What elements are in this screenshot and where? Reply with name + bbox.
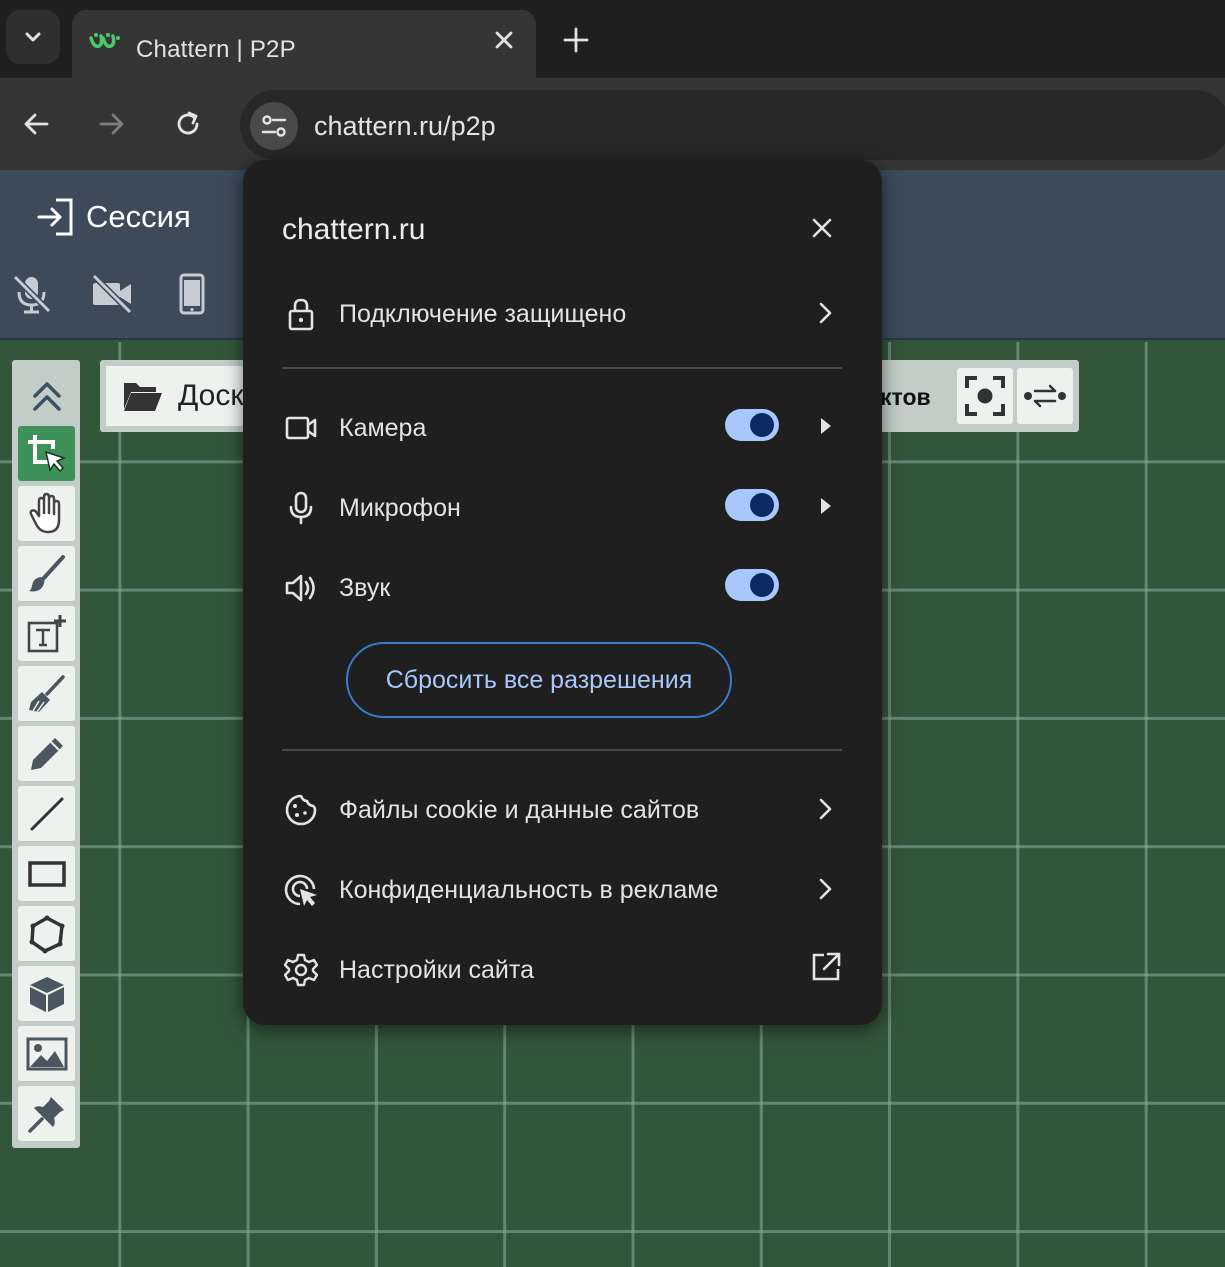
divider: [282, 749, 842, 751]
browser-tab[interactable]: Chattern | P2P: [72, 10, 536, 78]
line-icon: [30, 797, 63, 830]
chevron-down-icon: [25, 32, 41, 42]
chevron-right-icon: [819, 798, 832, 820]
cookie-icon: [283, 792, 319, 828]
chattern-favicon-icon: [89, 33, 120, 49]
objects-label: ктов: [880, 384, 931, 410]
tab-search-button[interactable]: [6, 10, 60, 64]
session-label: Сессия: [86, 199, 191, 234]
camera-permission-row[interactable]: Камера: [283, 397, 843, 457]
connect-button[interactable]: [1017, 368, 1073, 424]
sound-permission-row[interactable]: Звук: [283, 557, 843, 617]
tune-icon: [261, 115, 287, 137]
boards-label: Доск: [178, 379, 244, 412]
reset-permissions-button[interactable]: Сбросить все разрешения: [346, 642, 732, 718]
tab-strip: Chattern | P2P: [0, 0, 1225, 78]
pencil-tool[interactable]: [18, 726, 75, 781]
session-button[interactable]: Сессия: [36, 196, 191, 238]
select-tool[interactable]: [18, 426, 75, 481]
microphone-toggle[interactable]: [725, 489, 779, 521]
swap-arrows-icon: [1024, 384, 1066, 408]
address-bar[interactable]: chattern.ru/p2p: [240, 90, 1225, 160]
line-tool[interactable]: [18, 786, 75, 841]
text-add-icon: [27, 614, 66, 652]
boards-button[interactable]: Доск: [106, 366, 245, 426]
chevrons-up-icon: [32, 381, 61, 411]
reload-icon: [177, 111, 199, 135]
reset-permissions-label: Сбросить все разрешения: [385, 665, 693, 694]
chevron-right-icon: [819, 878, 832, 900]
close-tab-icon[interactable]: [490, 26, 518, 54]
back-button[interactable]: [13, 101, 59, 147]
gear-icon: [283, 952, 319, 988]
ad-privacy-label: Конфиденциальность в рекламе: [339, 876, 719, 904]
sound-label: Звук: [339, 574, 391, 602]
microphone-icon: [283, 490, 319, 526]
camera-off-icon[interactable]: [90, 272, 134, 316]
browser-toolbar: chattern.ru/p2p: [0, 78, 1225, 170]
hand-icon: [28, 492, 60, 533]
select-icon: [27, 434, 66, 472]
pencil-icon: [30, 737, 63, 770]
site-info-button[interactable]: [250, 102, 298, 150]
triangle-right-icon[interactable]: [816, 494, 836, 518]
login-icon: [37, 198, 73, 236]
rectangle-icon: [27, 860, 66, 887]
arrow-left-icon: [24, 113, 49, 135]
sound-toggle[interactable]: [725, 569, 779, 601]
pin-icon: [27, 1096, 64, 1133]
site-settings-label: Настройки сайта: [339, 956, 534, 984]
cookies-label: Файлы cookie и данные сайтов: [339, 796, 700, 824]
new-tab-icon[interactable]: [556, 20, 596, 60]
lock-icon: [283, 296, 319, 332]
objects-panel: ктов: [880, 360, 1079, 432]
divider: [282, 367, 842, 369]
image-icon: [26, 1037, 67, 1070]
ad-privacy-icon: [283, 872, 319, 908]
image-tool[interactable]: [18, 1026, 75, 1081]
videocam-icon: [283, 410, 319, 446]
broom-icon: [28, 674, 65, 712]
reload-button[interactable]: [165, 101, 211, 147]
text-tool[interactable]: [18, 606, 75, 661]
close-icon[interactable]: [806, 212, 838, 244]
camera-toggle[interactable]: [725, 409, 779, 441]
hand-tool[interactable]: [18, 486, 75, 541]
popup-site-title: chattern.ru: [282, 213, 426, 246]
camera-label: Камера: [339, 414, 427, 442]
cube-tool[interactable]: [18, 966, 75, 1021]
ad-privacy-row[interactable]: Конфиденциальность в рекламе: [283, 859, 843, 919]
focus-center-icon: [965, 376, 1005, 416]
eraser-tool[interactable]: [18, 666, 75, 721]
volume-icon: [283, 570, 319, 606]
site-info-popup: chattern.ru Подключение защищено Камера …: [243, 160, 882, 1025]
brush-tool[interactable]: [18, 546, 75, 601]
polygon-icon: [29, 915, 64, 953]
pin-tool[interactable]: [18, 1086, 75, 1141]
microphone-label: Микрофон: [339, 494, 461, 522]
chevron-right-icon: [819, 302, 832, 324]
triangle-right-icon[interactable]: [816, 414, 836, 438]
phone-icon[interactable]: [170, 272, 214, 316]
tool-panel: [12, 360, 80, 1148]
focus-button[interactable]: [957, 368, 1013, 424]
cookies-row[interactable]: Файлы cookie и данные сайтов: [283, 779, 843, 839]
folder-open-icon: [124, 383, 162, 411]
brush-icon: [28, 554, 65, 591]
arrow-right-icon: [99, 113, 124, 135]
mic-off-icon[interactable]: [10, 272, 54, 316]
rectangle-tool[interactable]: [18, 846, 75, 901]
tab-title: Chattern | P2P: [136, 36, 296, 63]
microphone-permission-row[interactable]: Микрофон: [283, 477, 843, 537]
boards-panel: Доск: [100, 360, 245, 432]
site-settings-row[interactable]: Настройки сайта: [283, 939, 843, 999]
open-in-new-icon: [812, 952, 841, 981]
polygon-tool[interactable]: [18, 906, 75, 961]
url-text[interactable]: chattern.ru/p2p: [314, 111, 496, 142]
forward-button[interactable]: [89, 101, 135, 147]
connection-label: Подключение защищено: [339, 300, 627, 328]
connection-secure-row[interactable]: Подключение защищено: [283, 283, 843, 343]
collapse-button[interactable]: [18, 368, 75, 423]
cube-icon: [29, 976, 64, 1012]
